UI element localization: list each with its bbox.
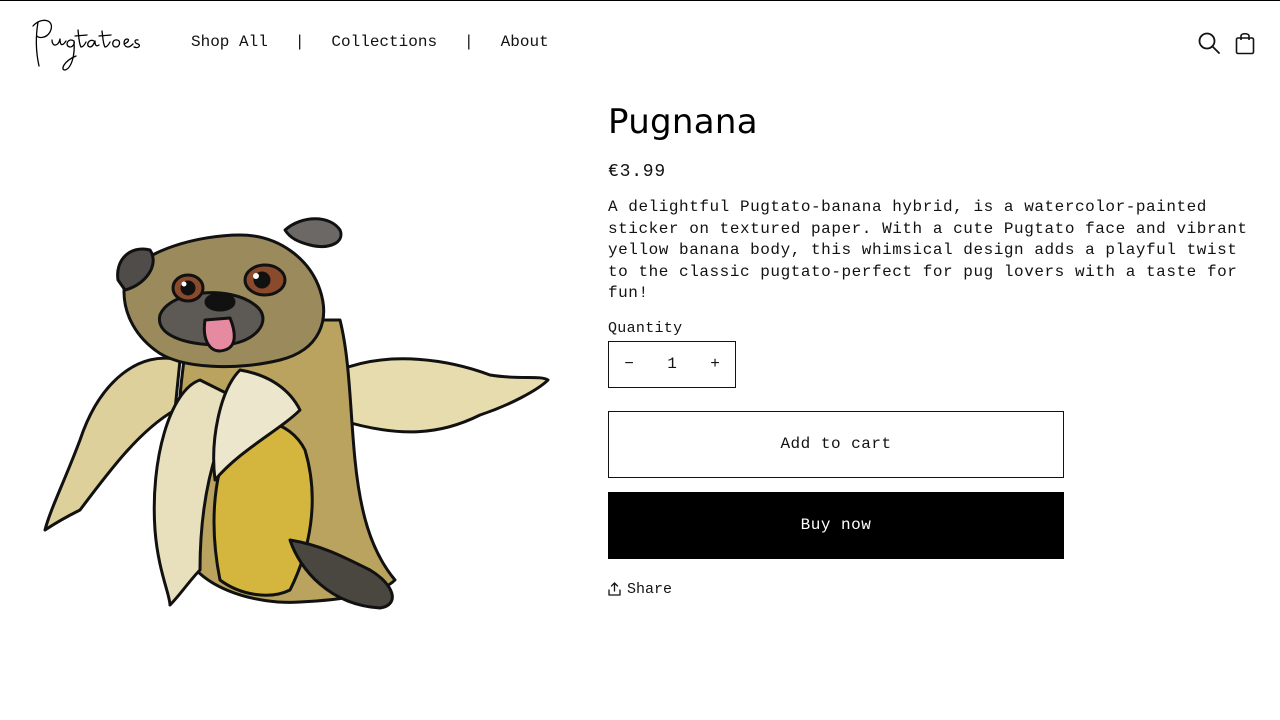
product-price: €3.99 <box>608 162 667 182</box>
nav-collections[interactable]: Collections <box>331 33 437 51</box>
pugnana-illustration <box>43 217 550 610</box>
site-header: Shop All | Collections | About <box>0 0 1280 88</box>
nav-shop-all[interactable]: Shop All <box>191 33 268 51</box>
quantity-label: Quantity <box>608 319 683 337</box>
product-description: A delightful Pugtato-banana hybrid, is a… <box>608 198 1248 302</box>
quantity-stepper: − + <box>608 340 736 388</box>
nav-about[interactable]: About <box>501 33 549 51</box>
quantity-input[interactable] <box>649 341 695 387</box>
buy-now-button[interactable]: Buy now <box>608 491 1064 559</box>
logo-script-icon <box>32 19 141 71</box>
shopping-bag-icon <box>1235 32 1255 55</box>
add-to-cart-button[interactable]: Add to cart <box>608 410 1064 478</box>
share-button[interactable]: Share <box>608 581 678 598</box>
quantity-increase-button[interactable]: + <box>695 342 735 387</box>
search-icon <box>1198 32 1220 54</box>
header-icons <box>1198 30 1256 56</box>
site-logo[interactable] <box>30 14 146 74</box>
search-button[interactable] <box>1198 30 1220 56</box>
quantity-decrease-button[interactable]: − <box>609 342 649 387</box>
nav-separator: | <box>464 33 474 51</box>
product-info: Pugnana €3.99 A delightful Pugtato-banan… <box>608 100 1258 598</box>
product-title: Pugnana <box>608 102 758 142</box>
nav-separator: | <box>294 33 305 51</box>
share-icon <box>608 582 621 596</box>
main-nav: Shop All | Collections | About <box>191 33 549 51</box>
product-image[interactable] <box>40 210 555 625</box>
share-label: Share <box>627 580 673 598</box>
cart-button[interactable] <box>1234 30 1256 56</box>
